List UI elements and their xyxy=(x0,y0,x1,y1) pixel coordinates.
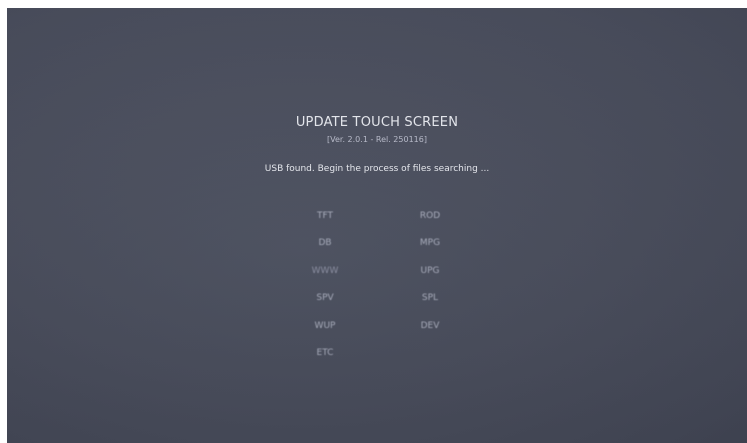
file-type-db: DB xyxy=(318,238,332,248)
file-type-dev: DEV xyxy=(420,321,440,331)
photo-frame: UPDATE TOUCH SCREEN [Ver. 2.0.1 - Rel. 2… xyxy=(0,0,747,443)
update-title: UPDATE TOUCH SCREEN xyxy=(295,115,459,130)
file-type-tft: TFT xyxy=(316,211,334,221)
file-type-etc: ETC xyxy=(316,348,334,358)
file-type-mpg: MPG xyxy=(419,238,441,248)
file-type-wup: WUP xyxy=(314,321,336,331)
file-type-rod: ROD xyxy=(419,211,441,221)
file-type-spv: SPV xyxy=(316,293,334,303)
version-label: [Ver. 2.0.1 - Rel. 250116] xyxy=(327,135,427,144)
touch-screen-display: UPDATE TOUCH SCREEN [Ver. 2.0.1 - Rel. 2… xyxy=(7,8,747,443)
file-type-www: WWW xyxy=(311,266,339,276)
file-type-spl: SPL xyxy=(421,293,439,303)
status-message: USB found. Begin the process of files se… xyxy=(264,164,490,174)
file-type-upg: UPG xyxy=(420,266,440,276)
